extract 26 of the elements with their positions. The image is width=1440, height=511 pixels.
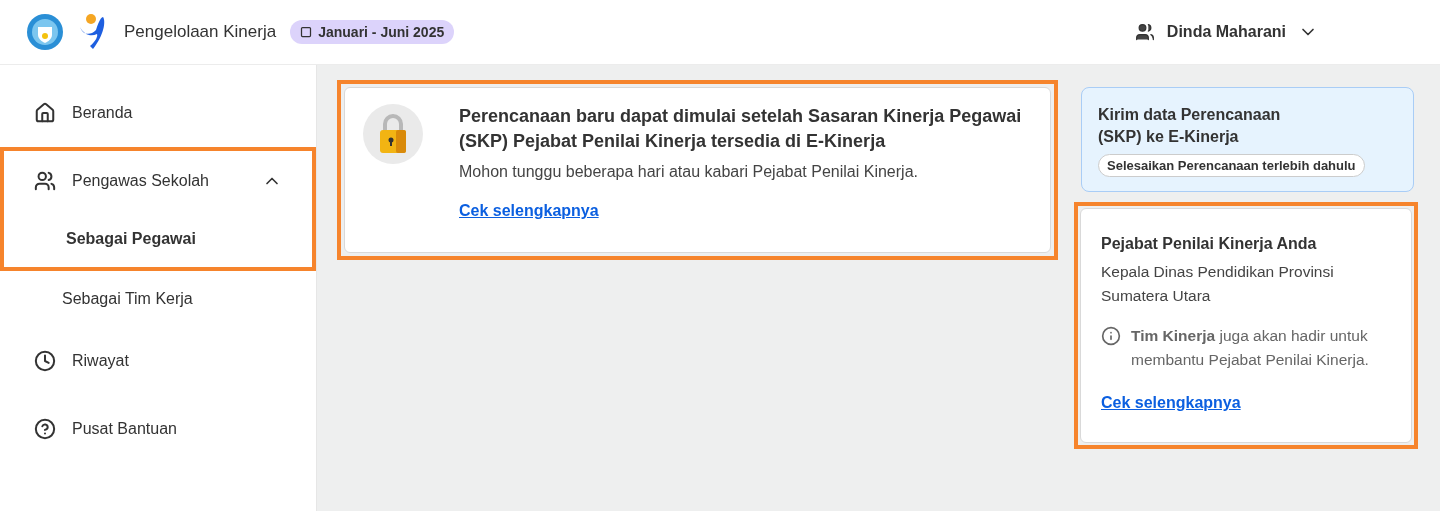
home-icon <box>34 102 56 124</box>
people-icon <box>1134 22 1155 42</box>
details-link[interactable]: Cek selengkapnya <box>1101 394 1391 412</box>
sidebar-subitem[interactable]: Sebagai Tim Kerja <box>0 271 316 327</box>
status-chip: Selesaikan Perencanaan terlebih dahulu <box>1098 154 1365 177</box>
help-icon <box>34 418 56 440</box>
details-link[interactable]: Cek selengkapnya <box>459 202 1032 220</box>
square-icon <box>300 26 313 38</box>
send-card-title: Kirim data Perencanaan (SKP) ke E-Kinerja <box>1098 105 1282 147</box>
sidebar-item[interactable]: Beranda <box>4 83 312 143</box>
app-title: Pengelolaan Kinerja <box>124 22 277 42</box>
info-icon <box>1101 326 1121 346</box>
sidebar-item[interactable]: Pusat Bantuan <box>4 399 312 459</box>
period-badge: Januari - Juni 2025 <box>290 20 455 44</box>
notice-title: Perencanaan baru dapat dimulai setelah Sasaran Kinerja Pegawai (SKP) Pejabat Penilai Kinerja tersedia di E-Kinerja <box>459 105 1023 153</box>
user-menu[interactable]: Dinda Maharani <box>1128 21 1324 43</box>
sidebar-item[interactable]: Riwayat <box>4 331 312 391</box>
ministry-logo <box>26 13 64 51</box>
info-text: Tim Kinerja juga akan hadir untuk membantu Pejabat Penilai Kinerja. <box>1131 326 1370 370</box>
notice-message: Mohon tunggu beberapa hari atau kabari Pejabat Penilai Kinerja. <box>459 162 919 182</box>
sidebar-item[interactable]: Pengawas Sekolah <box>4 151 312 211</box>
sidebar-subitem[interactable]: Sebagai Pegawai <box>4 211 312 267</box>
assessor-name: Kepala Dinas Pendidikan Provinsi Sumatera Utara <box>1101 262 1335 306</box>
assessor-heading: Pejabat Penilai Kinerja Anda <box>1101 234 1318 254</box>
people-icon <box>34 170 56 192</box>
clock-icon <box>34 350 56 372</box>
